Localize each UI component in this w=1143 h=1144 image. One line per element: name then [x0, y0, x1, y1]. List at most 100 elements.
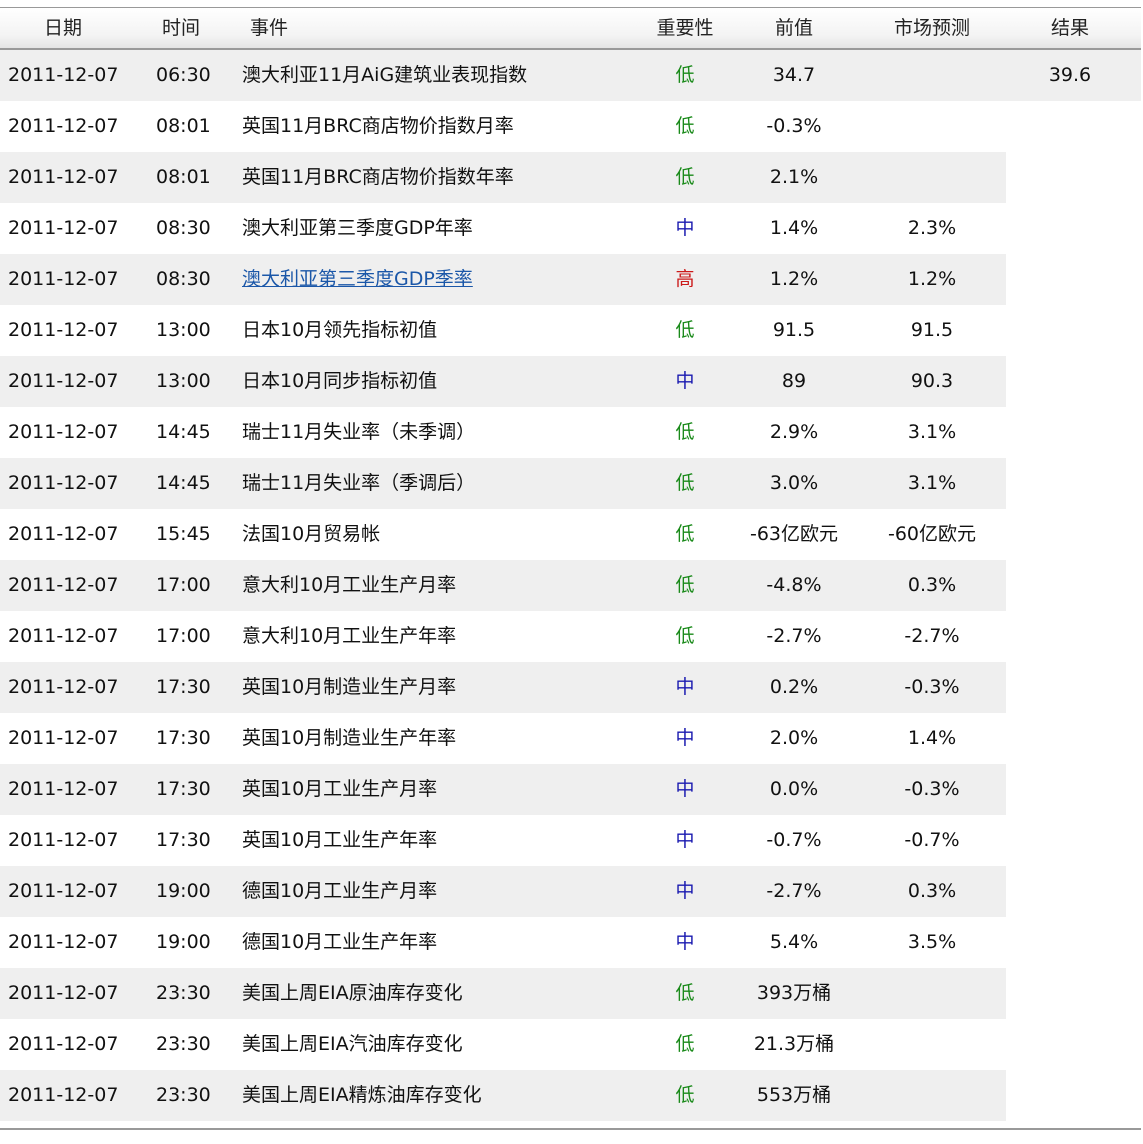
cell-forecast: -60亿欧元 [887, 523, 977, 545]
cell-event: 意大利10月工业生产月率 [242, 574, 457, 596]
cell-forecast: 1.4% [907, 727, 957, 749]
cell-date: 2011-12-07 [8, 166, 119, 188]
cell-forecast: 3.1% [907, 472, 957, 494]
cell-time: 23:30 [156, 982, 211, 1004]
cell-event: 澳大利亚第三季度GDP年率 [242, 217, 473, 239]
event-link[interactable]: 澳大利亚第三季度GDP季率 [242, 254, 473, 305]
cell-event: 法国10月贸易帐 [242, 523, 381, 545]
cell-date: 2011-12-07 [8, 727, 119, 749]
cell-previous: -2.7% [766, 625, 822, 647]
cell-importance: 中 [675, 778, 695, 800]
cell-result: 39.6 [1048, 64, 1092, 86]
row-background [0, 458, 1006, 509]
table-row: 2011-12-07 23:30 美国上周EIA原油库存变化 低 393万桶 [0, 968, 1141, 1019]
cell-time: 13:00 [156, 319, 211, 341]
cell-previous: 1.2% [769, 268, 819, 290]
cell-time: 08:01 [156, 115, 211, 137]
cell-importance: 中 [675, 217, 695, 239]
cell-date: 2011-12-07 [8, 421, 119, 443]
table-row: 2011-12-07 13:00 日本10月领先指标初值 低 91.5 91.5 [0, 305, 1141, 356]
cell-date: 2011-12-07 [8, 217, 119, 239]
cell-date: 2011-12-07 [8, 880, 119, 902]
header-date: 日期 [44, 17, 83, 39]
row-background [0, 764, 1006, 815]
table-row: 2011-12-07 19:00 德国10月工业生产年率 中 5.4% 3.5% [0, 917, 1141, 968]
cell-importance: 低 [675, 625, 695, 647]
cell-importance: 低 [675, 421, 695, 443]
cell-time: 23:30 [156, 1084, 211, 1106]
cell-importance: 低 [675, 64, 695, 86]
cell-time: 17:30 [156, 829, 211, 851]
cell-date: 2011-12-07 [8, 115, 119, 137]
cell-importance: 低 [675, 574, 695, 596]
cell-forecast: -2.7% [904, 625, 960, 647]
cell-importance: 低 [675, 523, 695, 545]
cell-importance: 中 [675, 370, 695, 392]
cell-event: 日本10月同步指标初值 [242, 370, 438, 392]
cell-forecast: 91.5 [910, 319, 954, 341]
cell-event: 英国10月制造业生产月率 [242, 676, 457, 698]
header-previous: 前值 [774, 17, 813, 39]
cell-event: 英国11月BRC商店物价指数年率 [242, 166, 514, 188]
cell-previous: 21.3万桶 [753, 1033, 835, 1055]
cell-previous: 1.4% [769, 217, 819, 239]
table-row: 2011-12-07 23:30 美国上周EIA汽油库存变化 低 21.3万桶 [0, 1019, 1141, 1070]
cell-time: 19:00 [156, 880, 211, 902]
cell-event: 英国10月制造业生产年率 [242, 727, 457, 749]
cell-date: 2011-12-07 [8, 1033, 119, 1055]
cell-date: 2011-12-07 [8, 931, 119, 953]
cell-previous: 2.0% [769, 727, 819, 749]
cell-time: 23:30 [156, 1033, 211, 1055]
table-bottom-border [0, 1128, 1141, 1130]
cell-date: 2011-12-07 [8, 574, 119, 596]
row-background [0, 1070, 1006, 1121]
cell-previous: -2.7% [766, 880, 822, 902]
table-row: 2011-12-07 23:30 美国上周EIA精炼油库存变化 低 553万桶 [0, 1070, 1141, 1121]
table-row: 2011-12-07 08:01 英国11月BRC商店物价指数年率 低 2.1% [0, 152, 1141, 203]
cell-previous: -0.3% [766, 115, 822, 137]
cell-date: 2011-12-07 [8, 778, 119, 800]
table-row: 2011-12-07 08:01 英国11月BRC商店物价指数月率 低 -0.3% [0, 101, 1141, 152]
cell-time: 08:30 [156, 268, 211, 290]
economic-calendar-table: 日期 时间 事件 重要性 前值 市场预测 结果 2011-12-07 06:30 澳… [0, 7, 1141, 1121]
cell-time: 17:30 [156, 676, 211, 698]
cell-date: 2011-12-07 [8, 523, 119, 545]
table-row: 2011-12-07 15:45 法国10月贸易帐 低 -63亿欧元 -60亿欧元 [0, 509, 1141, 560]
table-row: 2011-12-07 08:30 澳大利亚第三季度GDP年率 中 1.4% 2.3% [0, 203, 1141, 254]
table-row: 2011-12-07 14:45 瑞士11月失业率（季调后） 低 3.0% 3.1% [0, 458, 1141, 509]
cell-event: 德国10月工业生产月率 [242, 880, 438, 902]
cell-previous: 2.1% [769, 166, 819, 188]
cell-previous: 2.9% [769, 421, 819, 443]
header-forecast: 市场预测 [893, 17, 970, 39]
cell-event: 英国10月工业生产年率 [242, 829, 438, 851]
cell-event: 美国上周EIA原油库存变化 [242, 982, 463, 1004]
cell-importance: 低 [675, 319, 695, 341]
table-row: 2011-12-07 17:30 英国10月制造业生产年率 中 2.0% 1.4% [0, 713, 1141, 764]
cell-time: 14:45 [156, 472, 211, 494]
cell-previous: 91.5 [772, 319, 816, 341]
row-background [0, 254, 1006, 305]
cell-date: 2011-12-07 [8, 625, 119, 647]
table-row: 2011-12-07 17:30 英国10月制造业生产月率 中 0.2% -0.3% [0, 662, 1141, 713]
cell-previous: 0.2% [769, 676, 819, 698]
cell-forecast: 3.5% [907, 931, 957, 953]
cell-importance: 低 [675, 1084, 695, 1106]
cell-date: 2011-12-07 [8, 829, 119, 851]
cell-time: 08:01 [156, 166, 211, 188]
cell-importance: 中 [675, 676, 695, 698]
header-importance: 重要性 [656, 17, 714, 39]
row-background [0, 560, 1006, 611]
cell-forecast: 0.3% [907, 574, 957, 596]
cell-date: 2011-12-07 [8, 64, 119, 86]
table-row: 2011-12-07 19:00 德国10月工业生产月率 中 -2.7% 0.3% [0, 866, 1141, 917]
cell-date: 2011-12-07 [8, 982, 119, 1004]
cell-importance: 中 [675, 880, 695, 902]
cell-time: 17:30 [156, 727, 211, 749]
table-row: 2011-12-07 17:00 意大利10月工业生产月率 低 -4.8% 0.3% [0, 560, 1141, 611]
cell-previous: 89 [781, 370, 807, 392]
table-header: 日期 时间 事件 重要性 前值 市场预测 结果 [0, 7, 1141, 50]
cell-time: 13:00 [156, 370, 211, 392]
cell-importance: 低 [675, 166, 695, 188]
header-event: 事件 [250, 17, 289, 39]
cell-importance: 高 [675, 268, 695, 290]
